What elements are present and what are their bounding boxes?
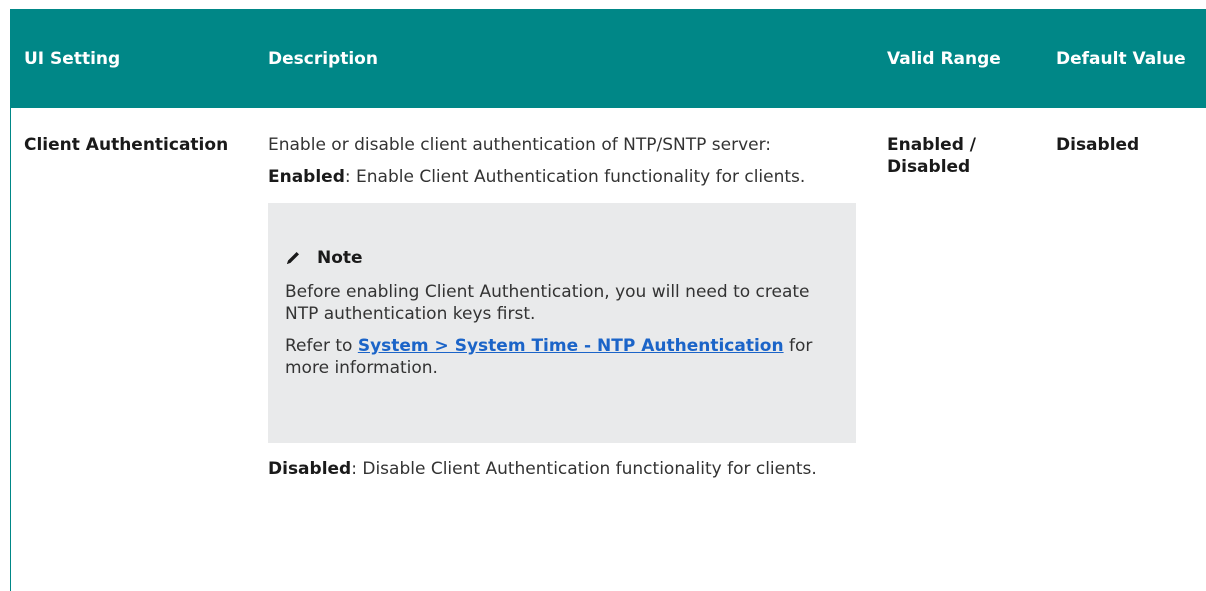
disabled-term: Disabled — [268, 459, 352, 479]
disabled-text: : Disable Client Authentication function… — [351, 459, 817, 479]
header-default-value: Default Value — [1056, 48, 1186, 69]
table-header-row: UI Setting Description Valid Range Defau… — [10, 9, 1206, 108]
table-header: UI Setting Description Valid Range Defau… — [10, 9, 1206, 108]
cell-default-value: Disabled — [1056, 135, 1140, 155]
header-ui-setting: UI Setting — [24, 48, 121, 69]
settings-table: UI Setting Description Valid Range Defau… — [10, 9, 1206, 491]
header-description: Description — [268, 48, 378, 69]
doc-page: UI Setting Description Valid Range Defau… — [10, 9, 1206, 591]
disabled-description: Disabled: Disable Client Authentication … — [268, 458, 872, 480]
enabled-description: Enabled: Enable Client Authentication fu… — [268, 166, 872, 188]
table-row: Client Authentication Enable or disable … — [10, 108, 1206, 491]
cell-description: Enable or disable client authentication … — [255, 108, 872, 491]
note-refer: Refer to System > System Time - NTP Auth… — [285, 335, 836, 379]
header-valid-range: Valid Range — [887, 48, 1001, 69]
pencil-icon — [287, 252, 299, 264]
cell-ui-setting: Client Authentication — [24, 135, 229, 155]
refer-prefix: Refer to — [285, 336, 358, 356]
enabled-term: Enabled — [268, 167, 345, 187]
description-intro: Enable or disable client authentication … — [268, 135, 772, 155]
note-header: Note — [285, 247, 836, 269]
note-title: Note — [317, 248, 363, 268]
cell-valid-range: Enabled / Disabled — [887, 135, 977, 177]
enabled-text: : Enable Client Authentication functiona… — [344, 167, 806, 187]
note-body: Before enabling Client Authentication, y… — [285, 282, 810, 324]
note-box: Note Before enabling Client Authenticati… — [268, 203, 856, 443]
ntp-authentication-link[interactable]: System > System Time - NTP Authenticatio… — [358, 336, 784, 356]
